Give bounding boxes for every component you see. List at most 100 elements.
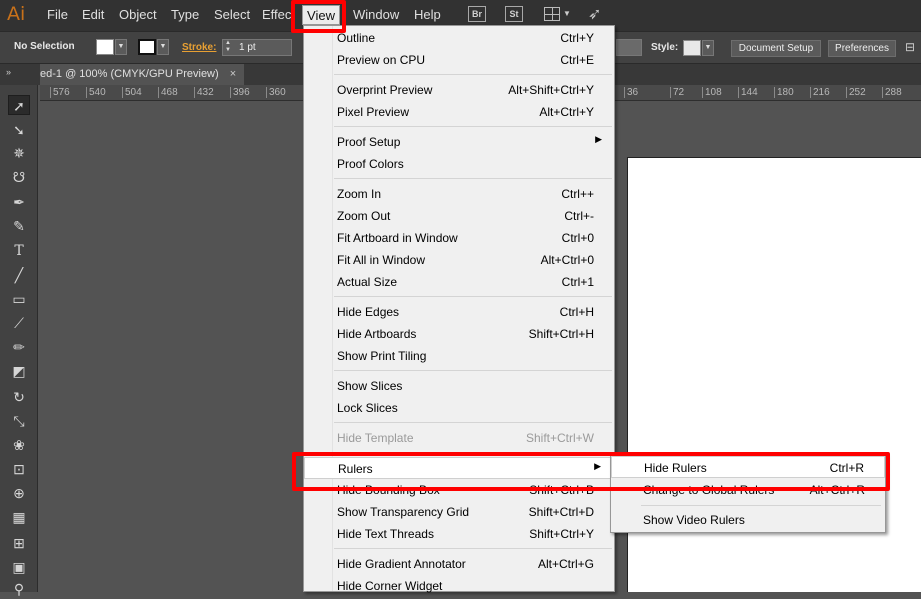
- menu-item-outline[interactable]: Outline Ctrl+Y: [304, 27, 614, 49]
- menu-separator: [334, 548, 612, 549]
- menu-item-hide-text-threads[interactable]: Hide Text Threads Shift+Ctrl+Y: [304, 523, 614, 545]
- close-icon[interactable]: ×: [230, 68, 236, 80]
- direct-selection-tool-icon[interactable]: ➘: [8, 120, 30, 140]
- menu-item-shortcut: Shift+Ctrl+W: [525, 431, 594, 445]
- menu-item-fit-artboard-in-window[interactable]: Fit Artboard in Window Ctrl+0: [304, 227, 614, 249]
- menu-item-label: Hide Corner Widget: [337, 579, 443, 593]
- menu-item-show-slices[interactable]: Show Slices: [304, 375, 614, 397]
- menu-separator: [334, 178, 612, 179]
- menu-item-shortcut: Shift+Ctrl+H: [528, 327, 594, 341]
- menu-item-actual-size[interactable]: Actual Size Ctrl+1: [304, 271, 614, 293]
- app-logo: Ai: [7, 3, 26, 25]
- fill-dropdown[interactable]: ▼: [115, 39, 127, 55]
- menu-window[interactable]: Window: [353, 7, 399, 22]
- menu-item-label: Fit Artboard in Window: [337, 231, 458, 245]
- menu-item-pixel-preview[interactable]: Pixel Preview Alt+Ctrl+Y: [304, 101, 614, 123]
- stroke-swatch[interactable]: [138, 39, 156, 55]
- menu-item-preview-on-cpu[interactable]: Preview on CPU Ctrl+E: [304, 49, 614, 71]
- menu-item-shortcut: Ctrl+0: [561, 231, 594, 245]
- menu-type[interactable]: Type: [171, 7, 199, 22]
- opacity-field[interactable]: [616, 39, 642, 56]
- menu-item-label: Lock Slices: [337, 401, 398, 415]
- menu-item-show-print-tiling[interactable]: Show Print Tiling: [304, 345, 614, 367]
- menu-file[interactable]: File: [47, 7, 68, 22]
- paintbrush-tool-icon[interactable]: ⟋: [8, 313, 30, 333]
- line-tool-icon[interactable]: ╱: [8, 265, 30, 285]
- menu-item-fit-all-in-window[interactable]: Fit All in Window Alt+Ctrl+0: [304, 249, 614, 271]
- bridge-icon[interactable]: Br: [468, 6, 486, 22]
- stroke-dropdown[interactable]: ▼: [157, 39, 169, 55]
- submenu-item-show-video-rulers[interactable]: Show Video Rulers: [611, 509, 885, 531]
- ruler-tick: 36: [624, 87, 638, 98]
- menu-item-hide-corner-widget[interactable]: Hide Corner Widget: [304, 575, 614, 597]
- eyedropper-tool-icon[interactable]: ⚲: [8, 579, 30, 599]
- menu-select[interactable]: Select: [214, 7, 250, 22]
- menu-item-hide-edges[interactable]: Hide Edges Ctrl+H: [304, 301, 614, 323]
- pencil-tool-icon[interactable]: ✏: [8, 337, 30, 357]
- menu-item-label: Overprint Preview: [337, 83, 433, 97]
- stock-icon[interactable]: St: [505, 6, 523, 22]
- ruler-tick: 540: [86, 87, 106, 98]
- menu-item-proof-setup[interactable]: Proof Setup ▶: [304, 131, 614, 153]
- menu-item-shortcut: Shift+Ctrl+D: [528, 505, 594, 519]
- preferences-button[interactable]: Preferences: [828, 40, 896, 57]
- scale-tool-icon[interactable]: ⤡: [8, 411, 30, 431]
- menu-item-shortcut: Alt+Ctrl+G: [537, 557, 594, 571]
- menu-item-hide-artboards[interactable]: Hide Artboards Shift+Ctrl+H: [304, 323, 614, 345]
- column-graph-tool-icon[interactable]: ▦: [8, 507, 30, 527]
- magic-wand-tool-icon[interactable]: ✵: [8, 143, 30, 163]
- ruler-tick: 504: [122, 87, 142, 98]
- ruler-tick: 144: [738, 87, 758, 98]
- menu-item-zoom-out[interactable]: Zoom Out Ctrl+-: [304, 205, 614, 227]
- shape-builder-tool-icon[interactable]: ⊕: [8, 483, 30, 503]
- eraser-tool-icon[interactable]: ◩: [8, 361, 30, 381]
- menu-help[interactable]: Help: [414, 7, 441, 22]
- document-tab[interactable]: ed-1 @ 100% (CMYK/GPU Preview) ×: [40, 64, 245, 85]
- fill-swatch[interactable]: [96, 39, 114, 55]
- lasso-tool-icon[interactable]: ☋: [8, 167, 30, 187]
- pen-tool-icon[interactable]: ✒: [8, 192, 30, 212]
- ruler-tick: 288: [882, 87, 902, 98]
- menu-item-hide-gradient-annotator[interactable]: Hide Gradient Annotator Alt+Ctrl+G: [304, 553, 614, 575]
- gradient-tool-icon[interactable]: ▣: [8, 557, 30, 577]
- menu-item-overprint-preview[interactable]: Overprint Preview Alt+Shift+Ctrl+Y: [304, 79, 614, 101]
- menu-separator: [334, 74, 612, 75]
- document-setup-button[interactable]: Document Setup: [731, 40, 821, 57]
- rectangle-tool-icon[interactable]: ▭: [8, 289, 30, 309]
- chevron-down-icon[interactable]: ▼: [563, 9, 571, 18]
- ruler-tick: 252: [846, 87, 866, 98]
- arrange-documents-icon[interactable]: [544, 7, 560, 21]
- warp-tool-icon[interactable]: ❀: [8, 435, 30, 455]
- menu-item-label: Zoom In: [337, 187, 382, 201]
- style-dropdown[interactable]: ▼: [702, 40, 714, 56]
- selection-tool-icon[interactable]: ➚: [8, 95, 30, 115]
- menu-edit[interactable]: Edit: [82, 7, 104, 22]
- menu-object[interactable]: Object: [119, 7, 157, 22]
- menu-item-proof-colors[interactable]: Proof Colors: [304, 153, 614, 175]
- stroke-stepper-icon[interactable]: ▲ ▼: [225, 40, 231, 54]
- type-tool-icon[interactable]: T: [8, 241, 30, 261]
- free-transform-tool-icon[interactable]: ⊡: [8, 459, 30, 479]
- menu-separator: [334, 370, 612, 371]
- rotate-tool-icon[interactable]: ↻: [8, 387, 30, 407]
- style-swatch[interactable]: [683, 40, 701, 56]
- ruler-tick: 396: [230, 87, 250, 98]
- stroke-weight-field[interactable]: 1 pt: [222, 39, 292, 56]
- panel-collapse-icon[interactable]: »: [6, 67, 11, 77]
- menu-item-label: Show Transparency Grid: [337, 505, 470, 519]
- menu-effect[interactable]: Effect: [262, 7, 294, 22]
- menu-item-label: Hide Template: [337, 431, 414, 445]
- style-label: Style:: [651, 42, 679, 53]
- gpu-rocket-icon[interactable]: ➶: [588, 4, 601, 24]
- curvature-tool-icon[interactable]: ✎: [8, 216, 30, 236]
- stroke-label[interactable]: Stroke:: [182, 42, 216, 53]
- menu-item-shortcut: Ctrl+Y: [560, 31, 594, 45]
- menu-item-zoom-in[interactable]: Zoom In Ctrl++: [304, 183, 614, 205]
- ruler-tick: 216: [810, 87, 830, 98]
- menu-item-lock-slices[interactable]: Lock Slices: [304, 397, 614, 419]
- mesh-tool-icon[interactable]: ⊞: [8, 533, 30, 553]
- ruler-tick: 576: [50, 87, 70, 98]
- menu-item-show-transparency-grid[interactable]: Show Transparency Grid Shift+Ctrl+D: [304, 501, 614, 523]
- menu-item-label: Proof Colors: [337, 157, 404, 171]
- align-icon[interactable]: ⊟: [905, 40, 915, 54]
